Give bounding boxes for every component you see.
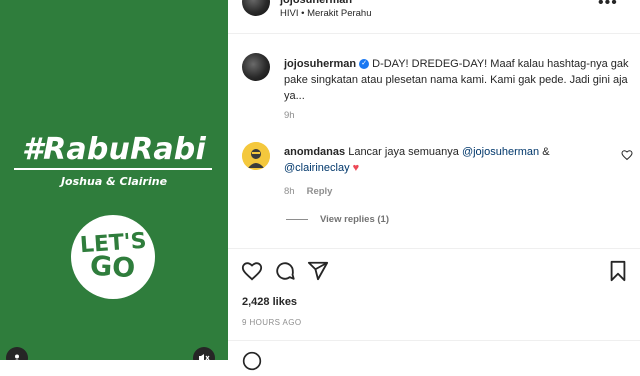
comment-meta: 8h Reply [284,186,332,197]
tag-icon[interactable] [6,347,28,360]
comment-time[interactable]: 8h [284,186,295,197]
comment: anomdanas Lancar jaya semuanya @jojosuhe… [284,144,604,176]
media-couple-names: Joshua & Clairine [60,175,168,188]
comment-text-between: & [539,146,550,158]
actions-divider [228,248,640,249]
likes-count[interactable]: 2,428 likes [242,296,297,308]
verified-icon: ✓ [359,58,370,69]
save-icon[interactable] [608,260,628,287]
emoji-icon[interactable] [242,351,262,376]
header-avatar[interactable] [242,0,270,16]
post-media[interactable]: #RabuRabi Joshua & Clairine LET'S GO [0,0,228,360]
view-replies-line [286,218,308,220]
caption-meta: 9h [284,110,295,121]
lets-go-sticker: LET'S GO [71,215,155,299]
reply-button[interactable]: Reply [307,186,333,197]
more-icon[interactable]: ••• [598,0,618,12]
caption-username[interactable]: jojosuherman [284,58,356,70]
sticker-line2: GO [89,250,137,284]
caption: jojosuherman ✓ D-DAY! DREDEG-DAY! Maaf kal… [284,56,629,104]
comment-icon[interactable] [274,260,296,287]
post-details-panel: jojosuherman HIVI • Merakit Perahu ••• j… [228,0,640,371]
view-replies-label: View replies (1) [320,214,389,225]
header-divider [228,33,640,34]
media-hashtag: #RabuRabi [22,132,206,167]
comment-mention-2[interactable]: @clairineclay [284,162,350,174]
comment-text: Lancar jaya semuanya [348,146,462,158]
header-subtitle[interactable]: HIVI • Merakit Perahu [280,8,372,19]
comment-avatar[interactable] [242,142,270,170]
post-time-ago[interactable]: 9 HOURS AGO [242,318,302,327]
hashtag-underline [14,168,212,170]
view-replies-button[interactable]: View replies (1) [286,214,389,225]
share-icon[interactable] [307,260,329,287]
caption-avatar[interactable] [242,53,270,81]
post-actions [228,258,640,286]
comment-like-icon[interactable] [621,148,633,166]
like-icon[interactable] [241,260,263,287]
heart-emoji: ♥ [352,162,360,174]
audio-icon[interactable] [193,347,215,360]
comment-username[interactable]: anomdanas [284,146,345,158]
header-username[interactable]: jojosuherman [280,0,352,6]
comment-mention-1[interactable]: @jojosuherman [462,146,539,158]
bottom-divider [228,340,640,341]
caption-time[interactable]: 9h [284,110,295,121]
